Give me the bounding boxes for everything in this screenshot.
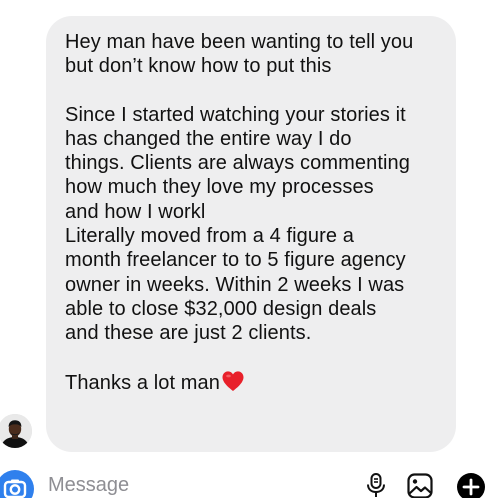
message-paragraph-1: Hey man have been wanting to tell you bu… — [65, 31, 414, 78]
dm-thread: Hey man have been wanting to tell you bu… — [0, 0, 497, 498]
sender-avatar[interactable] — [0, 414, 32, 448]
camera-button[interactable] — [0, 470, 34, 498]
message-paragraph-3: Literally moved from a 4 figure a month … — [65, 225, 406, 345]
message-paragraph-2: Since I started watching your stories it… — [65, 103, 410, 223]
gallery-icon — [407, 473, 433, 498]
gallery-button[interactable] — [406, 472, 434, 498]
message-paragraph-4: Thanks a lot man — [65, 370, 440, 398]
message-composer — [0, 466, 497, 498]
microphone-button[interactable] — [364, 472, 388, 498]
thanks-text: Thanks a lot man — [65, 371, 221, 394]
microphone-icon — [367, 473, 385, 497]
heart-emoji-icon — [221, 370, 245, 398]
received-message-bubble[interactable]: Hey man have been wanting to tell you bu… — [46, 16, 456, 452]
plus-icon — [457, 473, 485, 498]
add-content-button[interactable] — [456, 472, 486, 498]
camera-icon — [3, 479, 27, 498]
message-input[interactable] — [48, 474, 298, 497]
